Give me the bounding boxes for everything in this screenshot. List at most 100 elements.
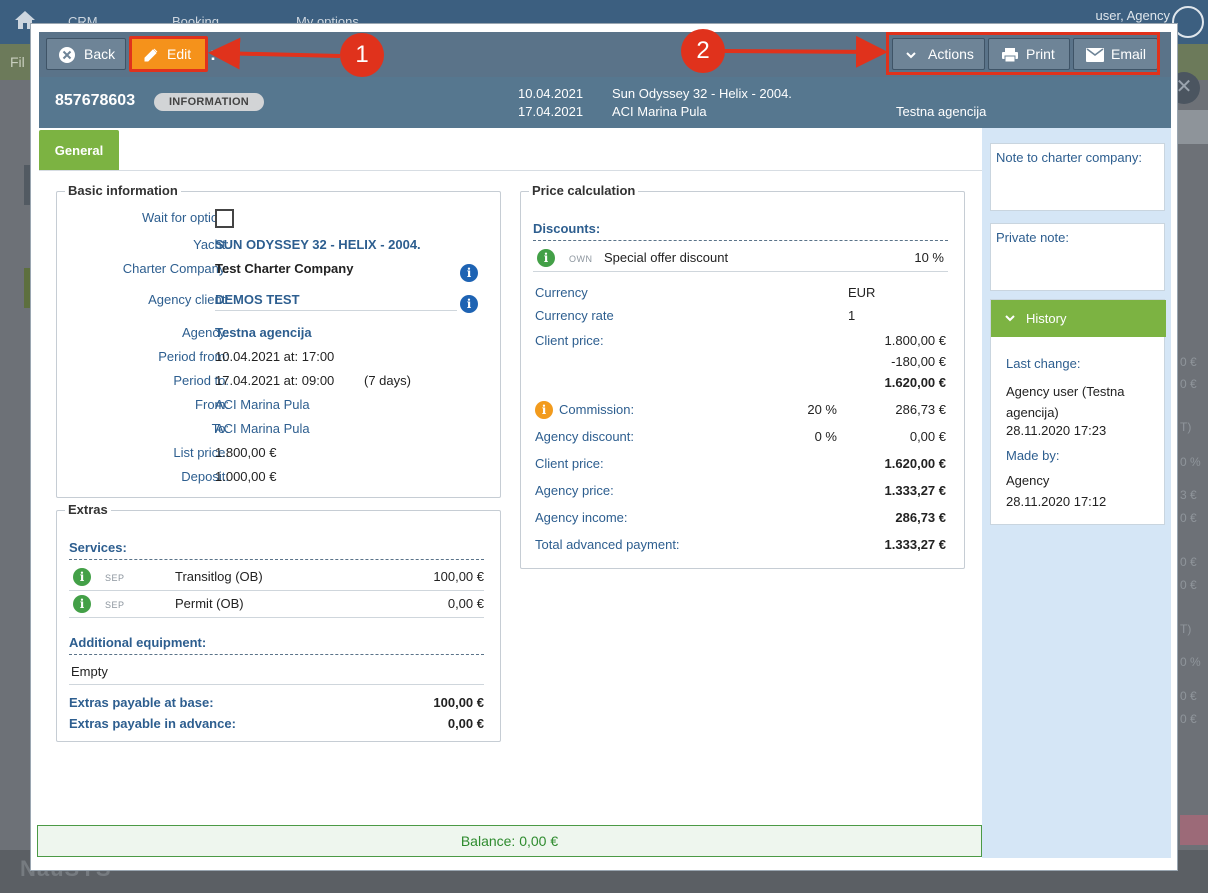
discounts-title: Discounts: — [533, 221, 601, 236]
bg-right-block — [1178, 110, 1208, 144]
row-divider — [69, 590, 484, 591]
info-icon[interactable]: i — [460, 295, 478, 313]
history-title: History — [1026, 311, 1067, 326]
private-note-field[interactable]: Private note: — [990, 223, 1165, 291]
booking-id: 857678603 — [55, 92, 136, 109]
bg-pink-block — [1180, 815, 1208, 845]
period-to-value: 17.04.2021 at: 09:00 — [215, 373, 335, 388]
from-link[interactable]: ACI Marina Pula — [215, 397, 310, 412]
deposit-value: 1.000,00 € — [215, 469, 277, 484]
bg-value: 0 % — [1180, 655, 1201, 669]
bg-value: T) — [1180, 622, 1192, 636]
warning-icon[interactable]: i — [535, 401, 553, 419]
charter-company-label: Charter Company: — [122, 261, 229, 276]
annotation-box-actions — [886, 32, 1160, 75]
services-title: Services: — [69, 540, 127, 555]
agency-price-label: Agency price: — [535, 483, 614, 498]
back-button[interactable]: Back — [46, 38, 126, 70]
row-divider — [69, 684, 484, 685]
bg-value: 0 € — [1180, 377, 1197, 391]
equipment-empty: Empty — [71, 664, 108, 679]
bg-value: 0 € — [1180, 712, 1197, 726]
bg-value: 3 € — [1180, 488, 1197, 502]
info-icon[interactable]: i — [460, 264, 478, 282]
made-by-label: Made by: — [1006, 448, 1060, 463]
advance-payment-label: Total advanced payment: — [535, 537, 680, 552]
back-label: Back — [84, 46, 116, 62]
info-icon[interactable]: i — [73, 568, 91, 586]
equipment-divider — [69, 654, 484, 655]
toolbar-colon: : — [210, 44, 216, 64]
extras-box: Extras Services: i SEP Transitlog (OB) 1… — [56, 502, 501, 742]
history-panel: History Last change: Agency user (Testna… — [990, 299, 1166, 525]
service-name: Permit (OB) — [175, 596, 244, 611]
agency-price-value: 1.333,27 € — [884, 483, 946, 498]
currency-label: Currency — [535, 285, 588, 300]
last-change-label: Last change: — [1006, 356, 1081, 371]
booking-header: 857678603 INFORMATION 10.04.2021 17.04.2… — [39, 77, 1171, 128]
tab-general[interactable]: General — [39, 130, 119, 171]
info-icon[interactable]: i — [73, 595, 91, 613]
charter-company-value: Test Charter Company — [215, 261, 354, 276]
payable-advance-label: Extras payable in advance: — [69, 716, 236, 731]
note-charter-label: Note to charter company: — [996, 150, 1142, 165]
agency-income-label: Agency income: — [535, 510, 628, 525]
to-link[interactable]: ACI Marina Pula — [215, 421, 310, 436]
equipment-title: Additional equipment: — [69, 635, 207, 650]
discount-tag: OWN — [569, 254, 593, 264]
pencil-icon — [144, 48, 158, 62]
note-charter-field[interactable]: Note to charter company: — [990, 143, 1165, 211]
info-icon[interactable]: i — [537, 249, 555, 267]
period-from-value: 10.04.2021 at: 17:00 — [215, 349, 335, 364]
service-price: 0,00 € — [447, 596, 484, 611]
commission-value: 286,73 € — [895, 402, 946, 417]
advance-payment-value: 1.333,27 € — [884, 537, 946, 552]
services-divider — [69, 559, 484, 560]
agency-client-underline — [215, 310, 457, 311]
discount-value: 10 % — [914, 250, 944, 265]
currency-value: EUR — [848, 285, 876, 300]
header-agency: Testna agencija — [896, 104, 987, 119]
agency-link[interactable]: Testna agencija — [215, 325, 312, 340]
wait-option-checkbox[interactable] — [215, 209, 234, 228]
payable-advance-value: 0,00 € — [447, 716, 484, 731]
price-calc-legend: Price calculation — [529, 183, 639, 198]
booking-modal: Back Edit : Actions Print Email 85767860… — [30, 23, 1178, 871]
commission-label: Commission: — [559, 402, 635, 417]
last-change-user: Agency user (Testna agencija) — [1006, 384, 1125, 420]
bg-value: 0 € — [1180, 555, 1197, 569]
bg-value: T) — [1180, 420, 1192, 434]
yacht-link[interactable]: SUN ODYSSEY 32 - HELIX - 2004. — [215, 237, 421, 252]
service-price: 100,00 € — [433, 569, 484, 584]
discount-name: Special offer discount — [604, 250, 729, 265]
user-name[interactable]: user, Agency — [1096, 8, 1170, 23]
bg-value: 0 € — [1180, 355, 1197, 369]
edit-button[interactable]: Edit — [129, 36, 208, 72]
close-circle-icon — [59, 47, 75, 63]
service-tag: SEP — [105, 600, 125, 610]
discounts-divider — [533, 240, 948, 241]
header-base: ACI Marina Pula — [612, 104, 707, 119]
agency-discount-value: 0,00 € — [909, 429, 946, 444]
made-by-date: 28.11.2020 17:12 — [1006, 494, 1107, 509]
client-price-label: Client price: — [535, 333, 604, 348]
bg-value: 0 % — [1180, 455, 1201, 469]
basic-info-legend: Basic information — [65, 183, 181, 198]
commission-pct: 20 % — [807, 402, 837, 417]
extras-legend: Extras — [65, 502, 111, 517]
service-name: Transitlog (OB) — [175, 569, 263, 584]
agency-discount-pct: 0 % — [814, 429, 837, 444]
filter-label: Fil — [10, 54, 25, 70]
currency-rate-label: Currency rate — [535, 308, 614, 323]
header-date-from: 10.04.2021 — [518, 86, 584, 101]
last-change-date: 28.11.2020 17:23 — [1006, 423, 1107, 438]
client-price-base: 1.800,00 € — [884, 333, 946, 348]
client-price2-value: 1.620,00 € — [884, 456, 946, 471]
row-divider — [69, 617, 484, 618]
agency-discount-label: Agency discount: — [535, 429, 635, 444]
agency-client-link[interactable]: DEMOS TEST — [215, 292, 300, 307]
bg-value: 0 € — [1180, 511, 1197, 525]
annotation-marker: 1 — [340, 33, 384, 77]
history-toggle[interactable]: History — [991, 300, 1166, 337]
notes-sidebar: Note to charter company: Private note: H… — [982, 128, 1171, 858]
